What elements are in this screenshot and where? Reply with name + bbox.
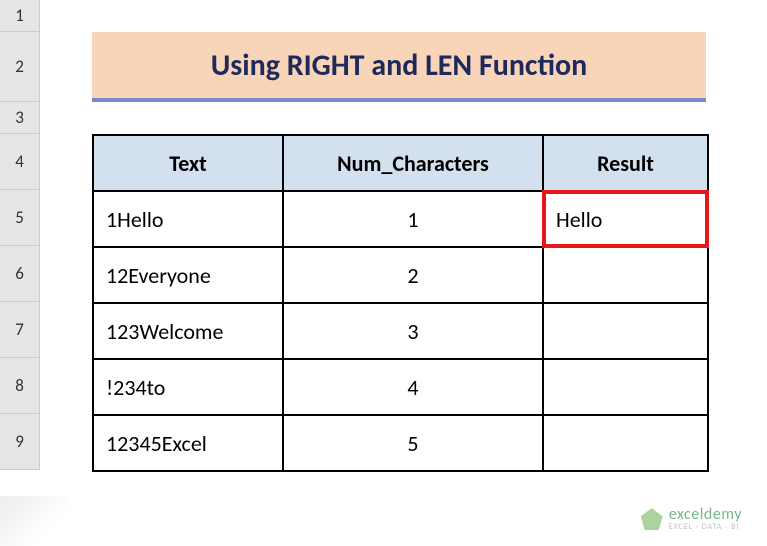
header-num[interactable]: Num_Characters [283,135,543,191]
table-row: 123Welcome 3 [93,303,708,359]
row-header-2[interactable]: 2 [0,32,39,102]
cell-num[interactable]: 4 [283,359,543,415]
data-table: Text Num_Characters Result 1Hello 1 Hell… [92,134,709,472]
cell-result[interactable] [543,303,708,359]
cell-num[interactable]: 2 [283,247,543,303]
watermark-text: exceldemy EXCEL · DATA · BI [669,507,742,531]
cell-text[interactable]: 12345Excel [93,415,283,471]
corner-fade [0,496,70,546]
cell-num[interactable]: 5 [283,415,543,471]
row-header-7[interactable]: 7 [0,302,39,358]
watermark: exceldemy EXCEL · DATA · BI [641,507,742,531]
logo-icon [641,508,663,530]
header-result[interactable]: Result [543,135,708,191]
row-header-1[interactable]: 1 [0,0,39,32]
watermark-main: exceldemy [669,507,742,523]
spreadsheet-area: Using RIGHT and LEN Function Text Num_Ch… [40,0,767,546]
cell-text[interactable]: 1Hello [93,191,283,247]
row-headers: 1 2 3 4 5 6 7 8 9 [0,0,40,470]
row-header-6[interactable]: 6 [0,246,39,302]
header-text[interactable]: Text [93,135,283,191]
page-title: Using RIGHT and LEN Function [92,32,706,102]
table-row: 1Hello 1 Hello [93,191,708,247]
row-header-8[interactable]: 8 [0,358,39,414]
row-header-5[interactable]: 5 [0,190,39,246]
cell-text[interactable]: !234to [93,359,283,415]
cell-result[interactable] [543,247,708,303]
cell-text[interactable]: 12Everyone [93,247,283,303]
row-header-4[interactable]: 4 [0,134,39,190]
table-row: !234to 4 [93,359,708,415]
cell-num[interactable]: 3 [283,303,543,359]
cell-num[interactable]: 1 [283,191,543,247]
row-header-9[interactable]: 9 [0,414,39,470]
watermark-sub: EXCEL · DATA · BI [669,523,742,531]
cell-result[interactable] [543,415,708,471]
cell-result-highlighted[interactable]: Hello [543,191,708,247]
row-header-3[interactable]: 3 [0,102,39,134]
cell-text[interactable]: 123Welcome [93,303,283,359]
cell-result[interactable] [543,359,708,415]
table-row: 12Everyone 2 [93,247,708,303]
table-row: 12345Excel 5 [93,415,708,471]
table-header-row: Text Num_Characters Result [93,135,708,191]
